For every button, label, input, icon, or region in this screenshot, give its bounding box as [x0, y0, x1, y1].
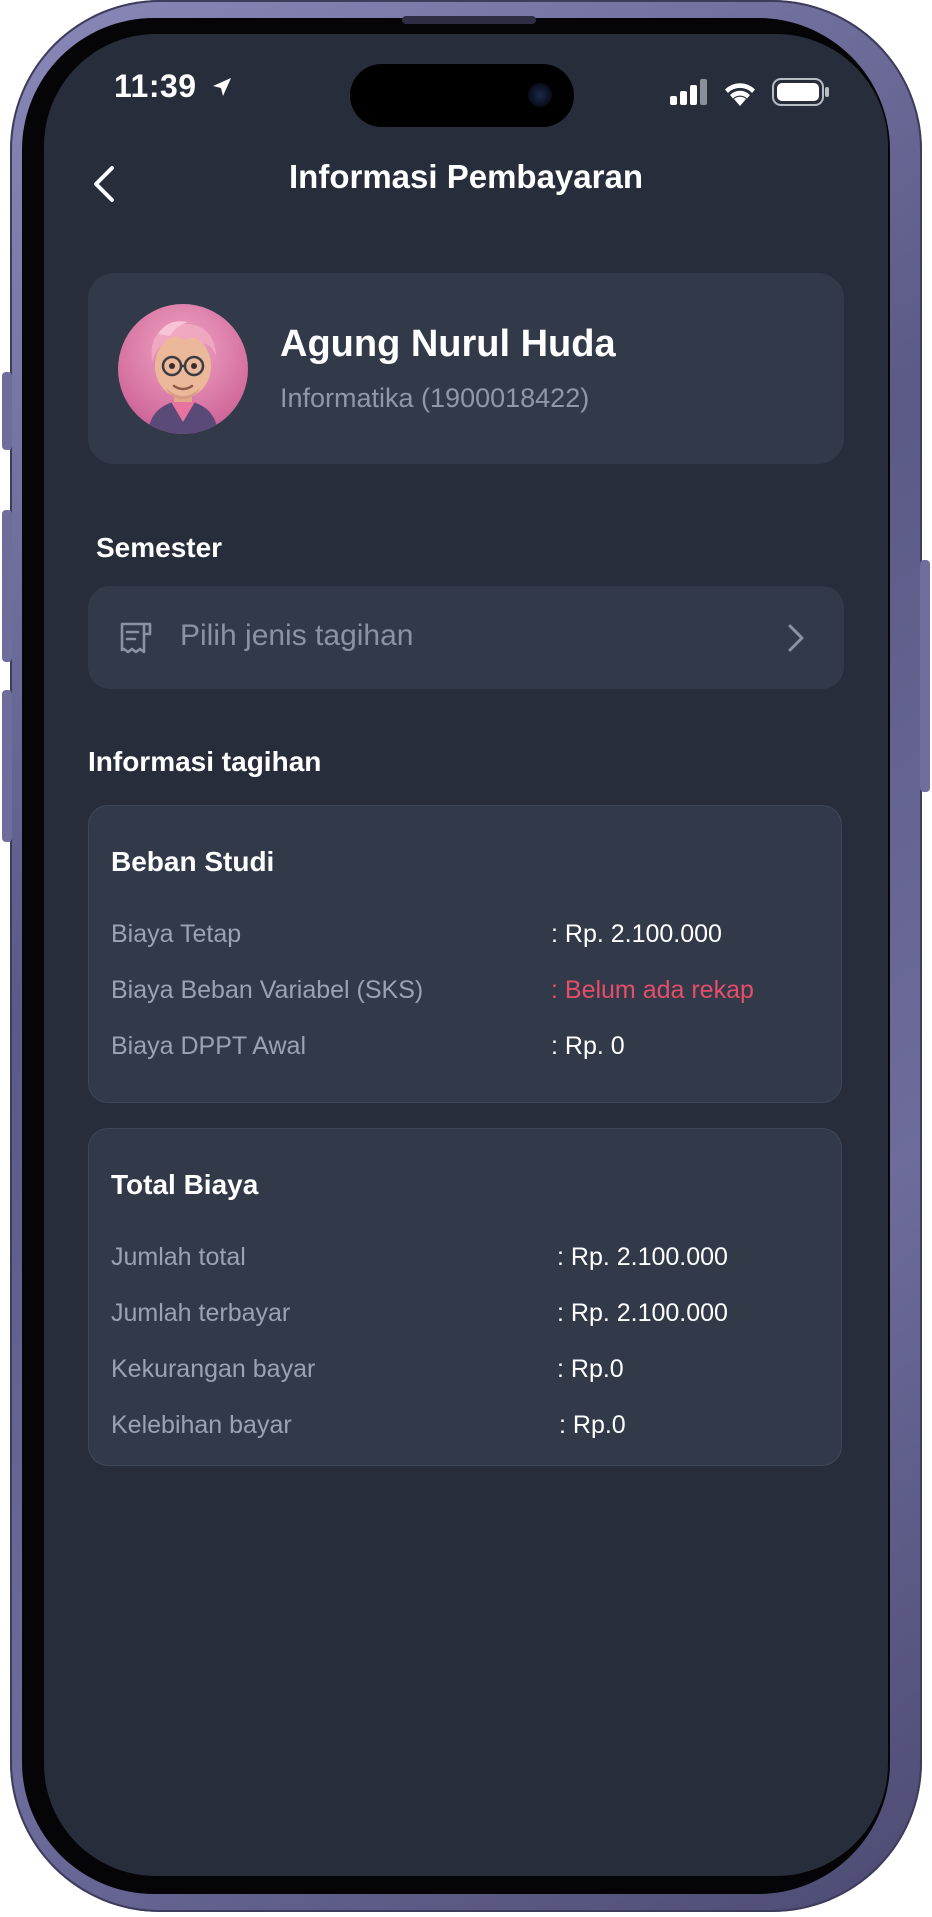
total-cost-title: Total Biaya	[111, 1169, 259, 1200]
study-load-title: Beban Studi	[111, 846, 275, 877]
receipt-icon	[120, 622, 152, 654]
paid-amount-value: : Rp. 2.100.000	[557, 1299, 728, 1327]
overpayment-value: : Rp.0	[559, 1411, 626, 1439]
status-time: 11:39	[114, 68, 234, 105]
profile-card: Agung Nurul Huda Informatika (1900018422…	[88, 273, 844, 464]
variable-fee-value: : Belum ada rekap	[551, 976, 754, 1004]
power-button	[920, 560, 930, 792]
total-amount-label: Jumlah total	[111, 1243, 246, 1271]
fixed-fee-label: Biaya Tetap	[111, 920, 242, 948]
billing-type-placeholder: Pilih jenis tagihan	[180, 619, 414, 652]
app-screen: 11:39 Informasi Pembayaran Agung Nurul H…	[44, 34, 888, 1876]
total-cost-card: Total Biaya Jumlah total : Rp. 2.100.000…	[88, 1128, 842, 1466]
dppt-fee-value: : Rp. 0	[551, 1032, 625, 1060]
speaker-grille	[402, 16, 536, 24]
chevron-right-icon	[788, 624, 804, 652]
profile-name: Agung Nurul Huda	[280, 323, 616, 365]
page-title: Informasi Pembayaran	[289, 158, 643, 195]
total-amount-value: : Rp. 2.100.000	[557, 1243, 728, 1271]
avatar	[118, 304, 248, 434]
action-button	[2, 372, 12, 450]
signal-icon	[670, 79, 707, 105]
battery-icon	[772, 78, 829, 106]
volume-up-button	[2, 510, 12, 662]
paid-amount-label: Jumlah terbayar	[111, 1299, 291, 1327]
underpayment-value: : Rp.0	[557, 1355, 624, 1383]
dppt-fee-label: Biaya DPPT Awal	[111, 1032, 307, 1060]
semester-label: Semester	[96, 532, 223, 563]
avatar-illustration	[148, 321, 218, 434]
volume-down-button	[2, 690, 12, 842]
billing-type-select[interactable]: Pilih jenis tagihan	[88, 586, 844, 689]
profile-program-id: Informatika (1900018422)	[280, 383, 590, 413]
overpayment-label: Kelebihan bayar	[111, 1411, 292, 1439]
fixed-fee-value: : Rp. 2.100.000	[551, 920, 722, 948]
study-load-card: Beban Studi Biaya Tetap : Rp. 2.100.000 …	[88, 805, 842, 1103]
underpayment-label: Kekurangan bayar	[111, 1355, 316, 1383]
dynamic-island	[350, 64, 574, 127]
variable-fee-label: Biaya Beban Variabel (SKS)	[111, 976, 424, 1004]
location-arrow-icon	[212, 78, 231, 96]
wifi-icon	[725, 83, 755, 106]
camera-icon	[528, 83, 552, 107]
billing-section-title: Informasi tagihan	[88, 746, 322, 777]
status-icons	[670, 78, 830, 106]
